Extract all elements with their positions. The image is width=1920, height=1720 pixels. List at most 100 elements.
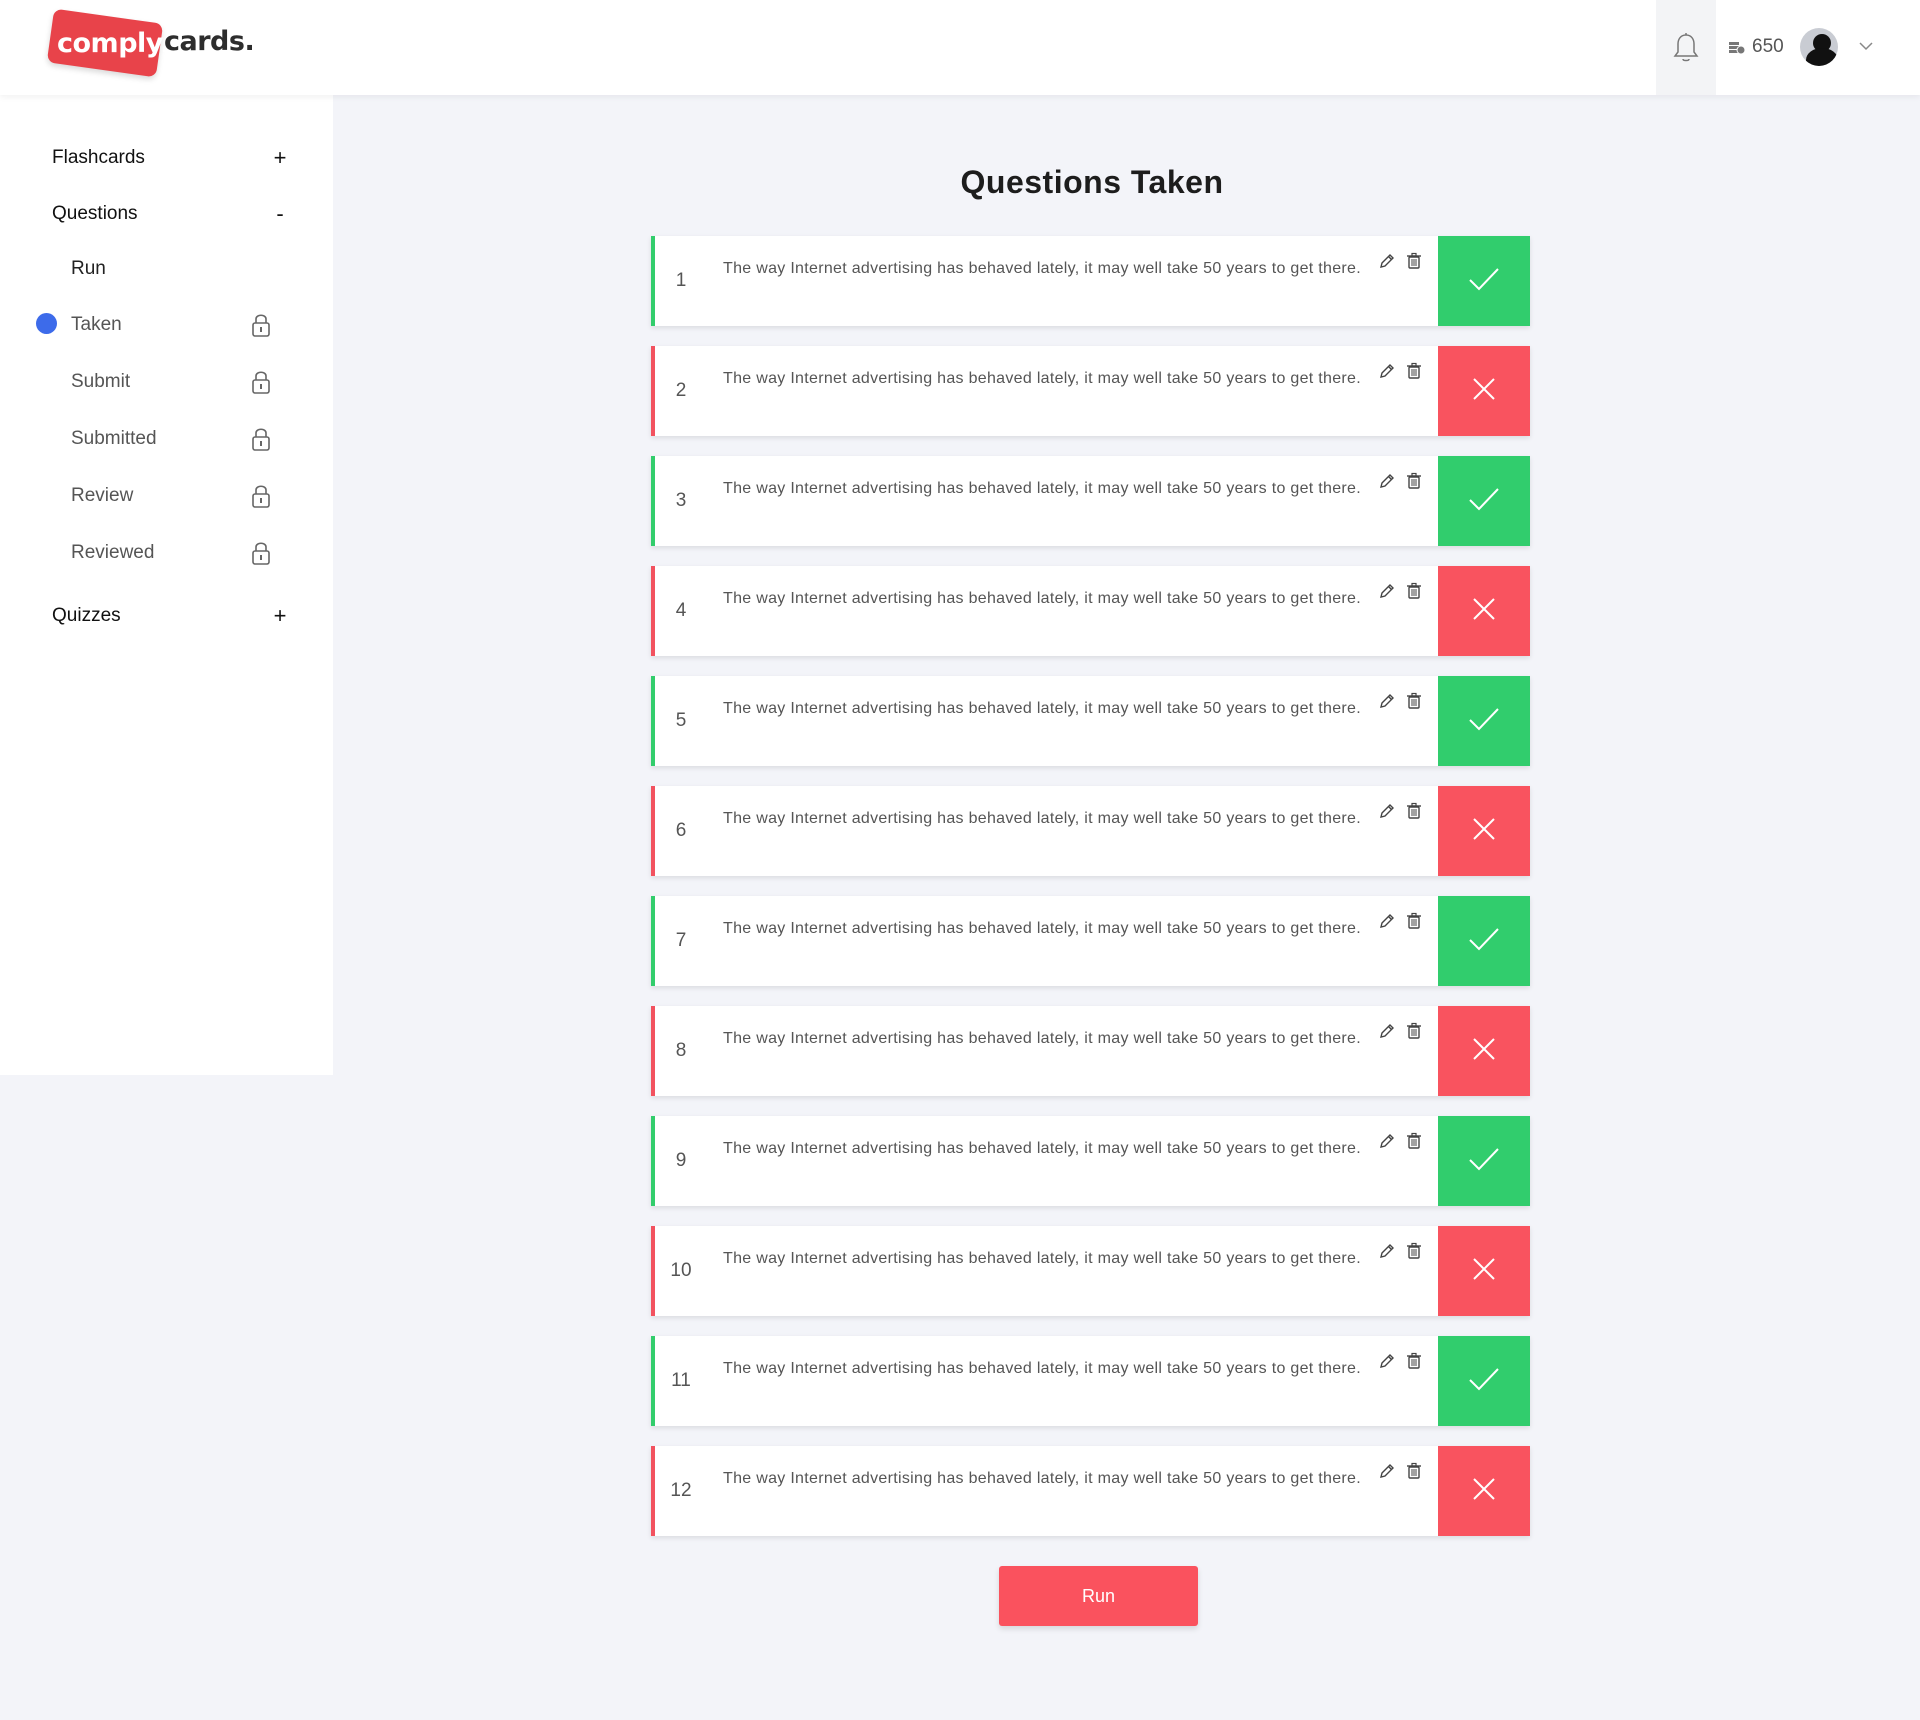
question-card[interactable]: 10 The way Internet advertising has behav… [651, 1226, 1530, 1316]
run-button[interactable]: Run [999, 1566, 1198, 1626]
sidebar-item-label: Run [71, 258, 106, 279]
delete-icon[interactable] [1406, 912, 1422, 986]
collapse-icon[interactable]: - [268, 201, 292, 227]
delete-icon[interactable] [1406, 472, 1422, 546]
coins-balance: 650 [1728, 36, 1784, 58]
avatar[interactable] [1800, 28, 1838, 66]
active-indicator-dot [36, 313, 57, 334]
lock-icon [252, 314, 270, 337]
check-icon [1467, 1365, 1501, 1398]
question-actions [1376, 786, 1438, 876]
question-card[interactable]: 7 The way Internet advertising has behave… [651, 896, 1530, 986]
sidebar-item-run[interactable]: Run [71, 258, 271, 280]
question-card[interactable]: 8 The way Internet advertising has behave… [651, 1006, 1530, 1096]
question-card[interactable]: 11 The way Internet advertising has behav… [651, 1336, 1530, 1426]
sidebar-item-reviewed[interactable]: Reviewed [71, 540, 271, 566]
question-text: The way Internet advertising has behaved… [723, 1250, 1361, 1267]
question-number: 1 [675, 270, 687, 291]
question-text: The way Internet advertising has behaved… [723, 260, 1361, 277]
question-number: 8 [675, 1040, 687, 1061]
edit-icon[interactable] [1378, 252, 1396, 326]
sidebar-item-taken[interactable]: Taken [71, 312, 271, 338]
correct-status [1438, 896, 1530, 986]
chevron-down-icon[interactable] [1858, 38, 1874, 54]
question-actions [1376, 1446, 1438, 1536]
delete-icon[interactable] [1406, 1462, 1422, 1536]
question-card[interactable]: 5 The way Internet advertising has behave… [651, 676, 1530, 766]
question-number: 9 [675, 1150, 687, 1171]
logo[interactable]: comply. cards. [46, 8, 255, 78]
question-number: 5 [675, 710, 687, 731]
edit-icon[interactable] [1378, 1352, 1396, 1426]
sidebar-item-submitted[interactable]: Submitted [71, 426, 271, 452]
edit-icon[interactable] [1378, 472, 1396, 546]
check-icon [1467, 705, 1501, 738]
question-actions [1376, 1006, 1438, 1096]
question-actions [1376, 566, 1438, 656]
edit-icon[interactable] [1378, 1242, 1396, 1316]
sidebar-item-submit[interactable]: Submit [71, 369, 271, 395]
wrong-status [1438, 346, 1530, 436]
question-card[interactable]: 2 The way Internet advertising has behave… [651, 346, 1530, 436]
correct-status [1438, 456, 1530, 546]
question-number: 11 [671, 1370, 691, 1391]
delete-icon[interactable] [1406, 252, 1422, 326]
correct-status [1438, 676, 1530, 766]
question-card[interactable]: 1 The way Internet advertising has behave… [651, 236, 1530, 326]
sidebar-item-quizzes[interactable]: Quizzes + [52, 603, 292, 629]
delete-icon[interactable] [1406, 1352, 1422, 1426]
delete-icon[interactable] [1406, 582, 1422, 656]
edit-icon[interactable] [1378, 362, 1396, 436]
notifications-button[interactable] [1656, 0, 1716, 95]
question-number: 2 [675, 380, 687, 401]
wrong-status [1438, 566, 1530, 656]
delete-icon[interactable] [1406, 362, 1422, 436]
edit-icon[interactable] [1378, 912, 1396, 986]
question-text: The way Internet advertising has behaved… [723, 1140, 1361, 1157]
sidebar-item-flashcards[interactable]: Flashcards + [52, 145, 292, 171]
edit-icon[interactable] [1378, 692, 1396, 766]
question-card[interactable]: 3 The way Internet advertising has behave… [651, 456, 1530, 546]
question-text: The way Internet advertising has behaved… [723, 590, 1361, 607]
question-number: 6 [675, 820, 687, 841]
edit-icon[interactable] [1378, 802, 1396, 876]
delete-icon[interactable] [1406, 1022, 1422, 1096]
expand-icon[interactable]: + [268, 603, 292, 629]
sidebar-item-label: Reviewed [71, 542, 155, 563]
edit-icon[interactable] [1378, 1132, 1396, 1206]
avatar-body [1806, 48, 1838, 66]
check-icon [1467, 485, 1501, 518]
question-text: The way Internet advertising has behaved… [723, 700, 1361, 717]
delete-icon[interactable] [1406, 1132, 1422, 1206]
lock-icon [252, 371, 270, 394]
edit-icon[interactable] [1378, 582, 1396, 656]
question-number: 4 [675, 600, 687, 621]
cross-icon [1471, 1256, 1497, 1287]
cross-icon [1471, 596, 1497, 627]
question-actions [1376, 236, 1438, 326]
lock-icon [252, 428, 270, 451]
question-card[interactable]: 4 The way Internet advertising has behave… [651, 566, 1530, 656]
check-icon [1467, 925, 1501, 958]
question-card[interactable]: 12 The way Internet advertising has behav… [651, 1446, 1530, 1536]
expand-icon[interactable]: + [268, 145, 292, 171]
logo-primary-text: comply. [57, 28, 171, 59]
delete-icon[interactable] [1406, 1242, 1422, 1316]
question-actions [1376, 456, 1438, 546]
edit-icon[interactable] [1378, 1462, 1396, 1536]
bell-icon [1673, 32, 1699, 61]
sidebar: Flashcards + Questions - Run Taken Submi… [0, 95, 333, 1075]
question-text: The way Internet advertising has behaved… [723, 1030, 1361, 1047]
correct-status [1438, 236, 1530, 326]
sidebar-item-questions[interactable]: Questions - [52, 201, 292, 227]
question-card[interactable]: 6 The way Internet advertising has behave… [651, 786, 1530, 876]
page-title: Questions Taken [960, 164, 1224, 200]
sidebar-item-review[interactable]: Review [71, 483, 271, 509]
question-number: 12 [670, 1480, 692, 1501]
delete-icon[interactable] [1406, 692, 1422, 766]
lock-icon [252, 542, 270, 565]
sidebar-item-label: Questions [52, 203, 138, 224]
delete-icon[interactable] [1406, 802, 1422, 876]
edit-icon[interactable] [1378, 1022, 1396, 1096]
question-card[interactable]: 9 The way Internet advertising has behave… [651, 1116, 1530, 1206]
